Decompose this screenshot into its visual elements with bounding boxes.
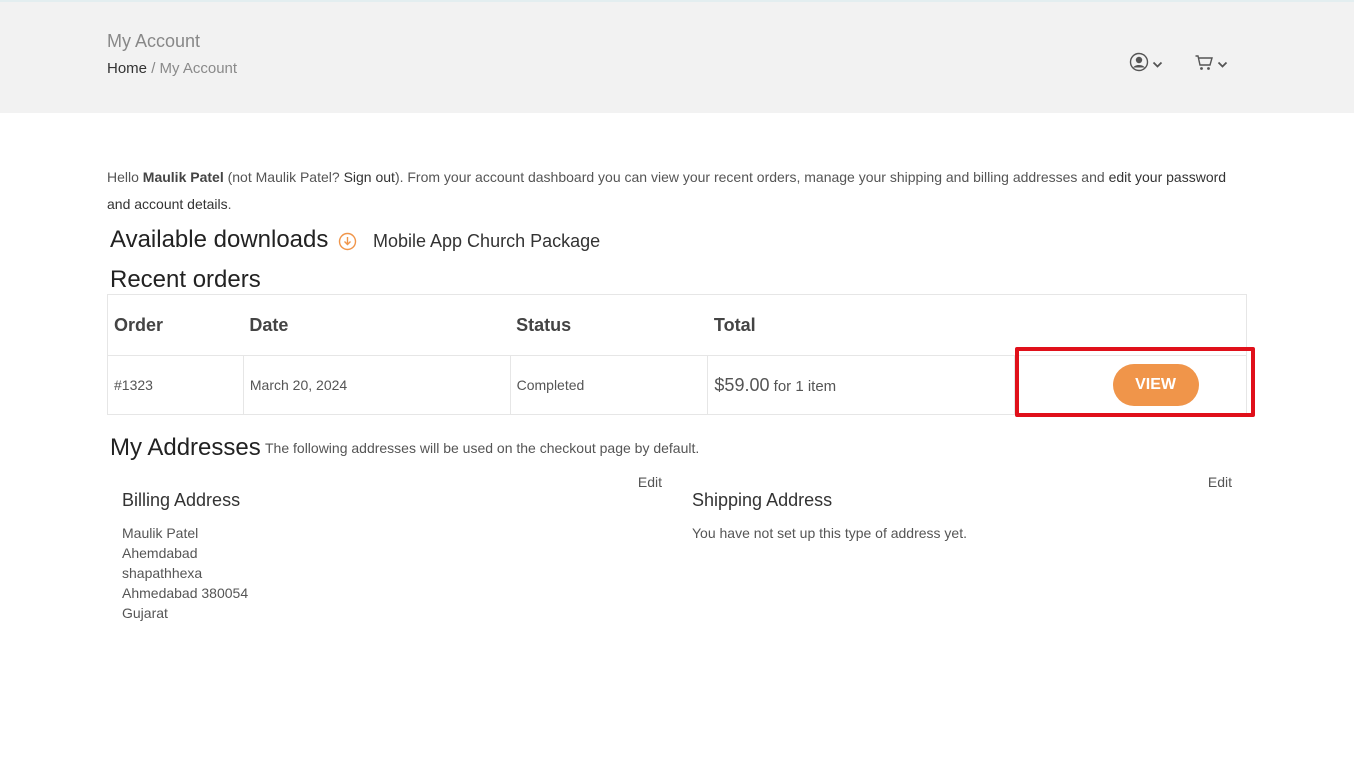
address-line: Maulik Patel (122, 525, 199, 541)
order-status: Completed (510, 355, 709, 415)
intro-user-name: Maulik Patel (142, 169, 224, 185)
shipping-address-title: Shipping Address (692, 490, 833, 510)
chevron-down-icon (1152, 56, 1163, 74)
order-amount: $59.00 (714, 374, 770, 395)
downloads-heading: Available downloads (110, 226, 329, 253)
address-line: shapathhexa (122, 565, 203, 581)
cart-menu-toggle[interactable] (1194, 52, 1228, 77)
page-title: My Account (107, 31, 201, 51)
user-menu-toggle[interactable] (1129, 52, 1163, 77)
download-item-link[interactable]: Mobile App Church Package (373, 231, 600, 252)
order-total: $59.00 for 1 item (707, 355, 1016, 415)
breadcrumb-current: My Account (159, 60, 238, 77)
orders-table: Order Date Status Total #1323 March 20, … (107, 294, 1247, 415)
intro-hello: Hello (107, 169, 143, 185)
account-intro-text: Hello Maulik Patel (not Maulik Patel? Si… (107, 164, 1232, 218)
page-header: My Account Home / My Account (0, 2, 1354, 113)
addresses-note: The following addresses will be used on … (265, 440, 700, 456)
column-header-date: Date (243, 294, 511, 356)
table-row: #1323 March 20, 2024 Completed $59.00 fo… (107, 355, 1247, 415)
address-line: Gujarat (122, 605, 168, 621)
billing-address-title: Billing Address (122, 490, 241, 510)
breadcrumb-separator: / (151, 60, 156, 77)
shipping-address-empty: You have not set up this type of address… (692, 525, 967, 541)
edit-shipping-address-link[interactable]: Edit (1208, 474, 1232, 490)
edit-billing-address-link[interactable]: Edit (638, 474, 662, 490)
order-actions: VIEW (1015, 356, 1247, 415)
chevron-down-icon (1217, 56, 1228, 74)
user-icon (1129, 52, 1149, 77)
column-header-status: Status (510, 294, 708, 356)
cart-icon (1194, 52, 1214, 77)
order-item-count: for 1 item (769, 377, 837, 395)
orders-header-row: Order Date Status Total (107, 294, 1247, 356)
download-icon (338, 232, 357, 256)
intro-not-prefix: (not Maulik Patel? (223, 169, 344, 185)
intro-end: . (227, 196, 232, 212)
intro-middle: ). From your account dashboard you can v… (394, 169, 1109, 185)
billing-address-lines: Maulik Patel Ahemdabad shapathhexa Ahmed… (122, 523, 248, 623)
sign-out-link[interactable]: Sign out (344, 169, 395, 185)
addresses-heading: My Addresses (110, 434, 261, 461)
order-date: March 20, 2024 (243, 355, 511, 415)
recent-orders-heading: Recent orders (110, 266, 261, 293)
address-line: Ahmedabad 380054 (122, 585, 249, 601)
column-header-order: Order (107, 294, 244, 356)
order-number[interactable]: #1323 (107, 355, 244, 415)
column-header-actions (1014, 294, 1247, 356)
breadcrumb-home-link[interactable]: Home (107, 60, 147, 77)
view-order-button[interactable]: VIEW (1112, 364, 1199, 406)
column-header-total: Total (707, 294, 1015, 356)
breadcrumb: Home / My Account (107, 60, 237, 77)
address-line: Ahemdabad (122, 545, 198, 561)
